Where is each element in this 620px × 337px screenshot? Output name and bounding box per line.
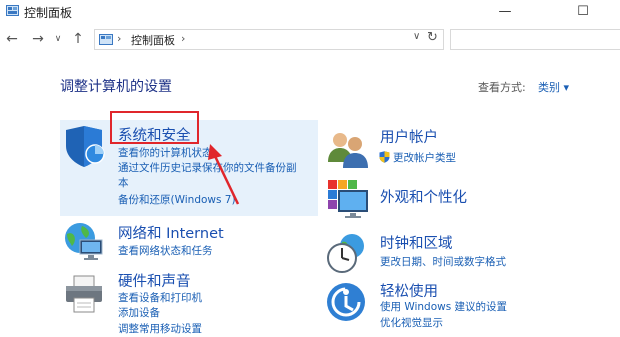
title-bar: 控制面板 — ☐ [0,0,620,24]
breadcrumb-separator: › [117,32,122,45]
address-dropdown-button[interactable]: ∨ [413,31,420,42]
monitor-palette-icon [328,180,368,218]
category-ease-of-access-title[interactable]: 轻松使用 [380,280,438,301]
control-panel-icon [6,5,19,16]
category-network-internet-title[interactable]: 网络和 Internet [118,222,224,243]
maximize-button[interactable]: ☐ [560,0,606,22]
category-appearance-title[interactable]: 外观和个性化 [380,186,467,207]
refresh-button[interactable]: ↻ [427,30,438,45]
link-optimize-visual-display[interactable]: 优化视觉显示 [380,316,443,331]
control-panel-icon [99,34,113,45]
forward-button[interactable]: → [28,28,48,50]
clock-globe-icon [327,234,364,273]
category-clock-region-title[interactable]: 时钟和区域 [380,232,453,253]
category-hardware-sound-title[interactable]: 硬件和声音 [118,270,191,291]
link-windows-suggested-settings[interactable]: 使用 Windows 建议的设置 [380,300,507,315]
link-network-status[interactable]: 查看网络状态和任务 [118,244,213,259]
address-bar[interactable]: › 控制面板 › ∨ ↻ [94,29,444,50]
window-title: 控制面板 [24,6,73,20]
shield-icon [66,126,105,167]
back-button[interactable]: ← [2,28,22,50]
link-add-device[interactable]: 添加设备 [118,306,160,321]
link-change-account-type[interactable]: 更改帐户类型 [393,151,456,166]
recent-locations-button[interactable]: ∨ [48,28,68,50]
view-by-label: 查看方式: [478,81,526,94]
category-user-accounts-title[interactable]: 用户帐户 [380,126,438,147]
users-icon [328,133,368,168]
breadcrumb-control-panel[interactable]: 控制面板 [131,32,175,48]
search-input[interactable] [450,29,620,50]
navigation-bar: ← → ∨ ↑ › 控制面板 › ∨ ↻ [0,26,620,54]
up-button[interactable]: ↑ [68,28,88,50]
uac-shield-icon [379,151,390,163]
minimize-button[interactable]: — [482,0,528,22]
link-view-computer-status[interactable]: 查看你的计算机状态 [118,146,213,161]
link-devices-printers[interactable]: 查看设备和打印机 [118,291,202,306]
annotation-highlight-box [110,111,199,144]
link-file-history-cont[interactable]: 本 [118,176,129,191]
link-change-date-time-format[interactable]: 更改日期、时间或数字格式 [380,255,506,270]
annotation-arrow [208,144,240,205]
printer-icon [66,275,102,313]
network-globe-icon [65,223,103,260]
accessibility-icon [327,283,365,321]
page-title: 调整计算机的设置 [60,79,172,95]
breadcrumb-separator[interactable]: › [181,32,185,45]
view-by-dropdown[interactable]: 类别 ▾ [538,79,569,95]
